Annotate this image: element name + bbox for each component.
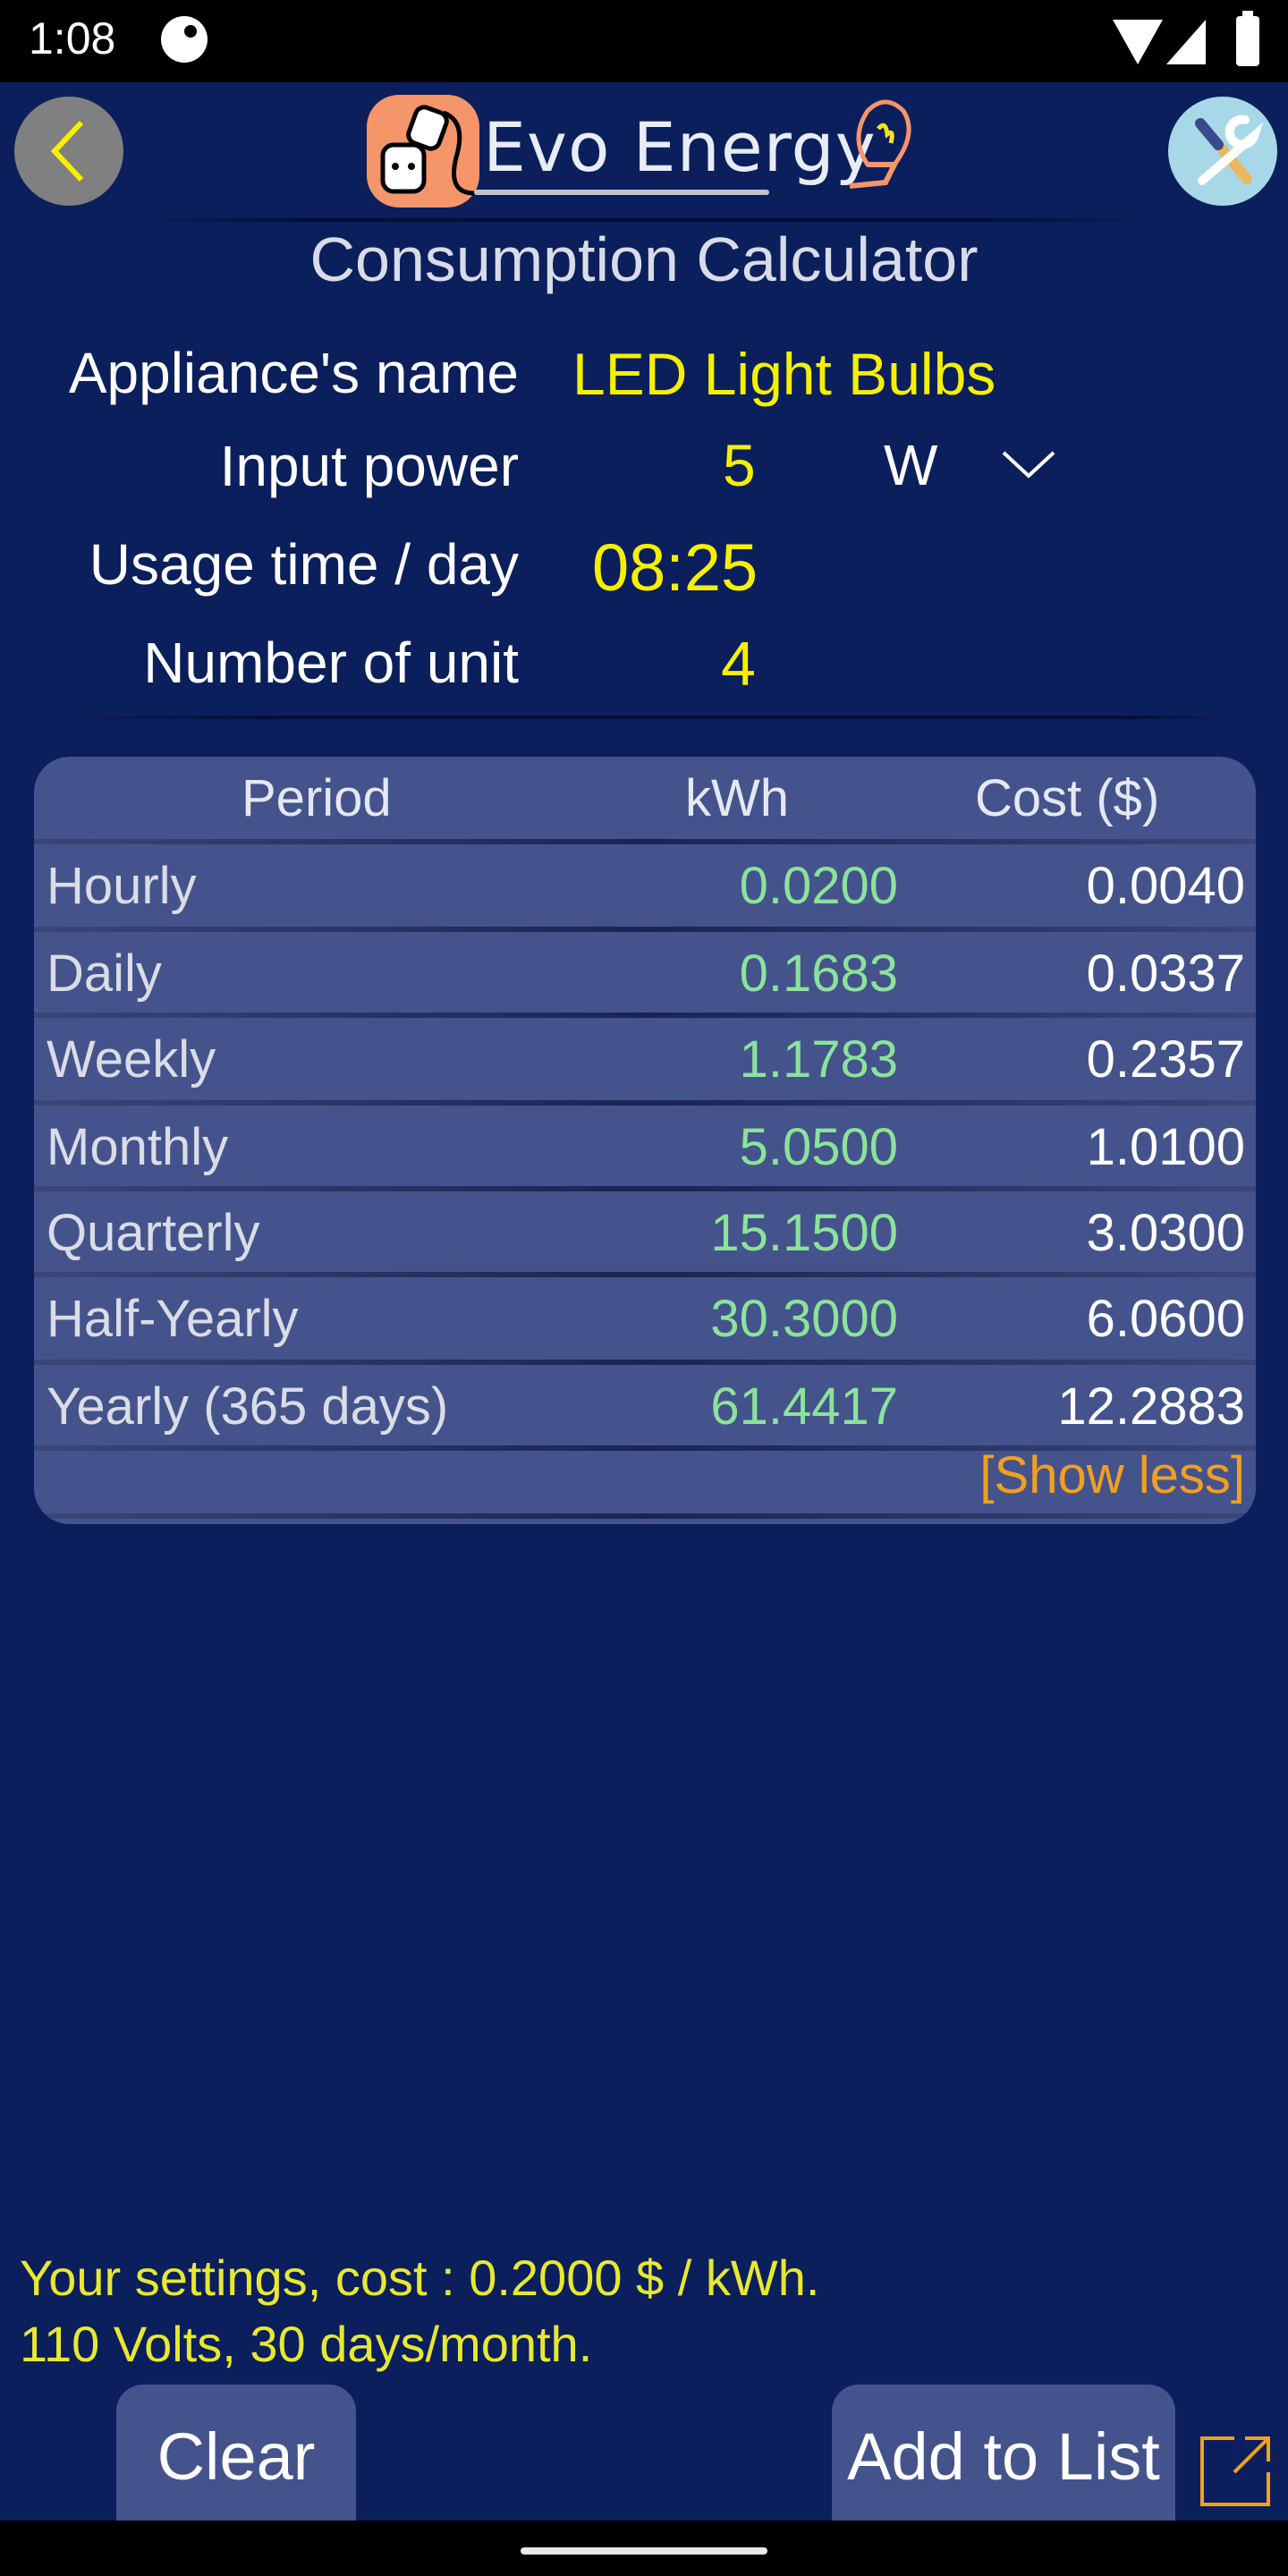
table-row: Hourly 0.0200 0.0040	[34, 844, 1256, 928]
kwh-cell: 15.1500	[710, 1204, 898, 1262]
chevron-down-icon	[1002, 451, 1055, 479]
power-unit-value: W	[884, 433, 938, 497]
appliance-name-label: Appliance's name	[68, 341, 519, 405]
settings-summary: Your settings, cost : 0.2000 $ / kWh. 11…	[20, 2245, 819, 2377]
header-period: Period	[242, 769, 392, 827]
power-unit-select[interactable]: W	[884, 433, 1063, 497]
table-row: Daily 0.1683 0.0337	[34, 932, 1256, 1016]
navigation-bar	[0, 2521, 1288, 2576]
settings-cost-line: Your settings, cost : 0.2000 $ / kWh.	[20, 2250, 820, 2306]
notification-icon	[161, 16, 208, 63]
add-to-list-button[interactable]: Add to List	[832, 2385, 1175, 2528]
period-cell: Daily	[47, 945, 162, 1003]
logo-underline	[474, 190, 769, 195]
period-cell: Weekly	[47, 1030, 216, 1089]
tools-icon	[1195, 114, 1263, 185]
home-gesture-handle[interactable]	[521, 2547, 767, 2555]
header-kwh: kWh	[685, 769, 789, 827]
logo-text: Evo Energy	[483, 107, 877, 187]
app-logo: Evo Energy	[367, 93, 921, 209]
period-cell: Monthly	[47, 1118, 229, 1176]
period-cell: Half-Yearly	[47, 1290, 299, 1348]
table-row: Monthly 5.0500 1.0100	[34, 1106, 1256, 1190]
header-cost: Cost ($)	[975, 769, 1160, 827]
header-divider	[143, 218, 1145, 222]
lightbulb-icon	[849, 99, 911, 189]
chevron-left-icon	[50, 120, 84, 182]
clear-button[interactable]: Clear	[116, 2385, 356, 2528]
plug-icon	[367, 95, 479, 208]
table-row: Weekly 1.1783 0.2357	[34, 1018, 1256, 1102]
cost-cell: 0.2357	[1086, 1030, 1245, 1089]
signal-icon	[1166, 20, 1206, 64]
table-row: Yearly (365 days) 61.4417 12.2883	[34, 1365, 1256, 1449]
row-divider	[34, 1513, 1256, 1519]
cost-cell: 12.2883	[1057, 1377, 1245, 1436]
units-label: Number of unit	[143, 631, 519, 695]
table-row: Half-Yearly 30.3000 6.0600	[34, 1277, 1256, 1361]
cost-cell: 1.0100	[1086, 1118, 1245, 1176]
page-title: Consumption Calculator	[309, 225, 979, 294]
show-less-link[interactable]: [Show less]	[979, 1445, 1245, 1505]
usage-time-label: Usage time / day	[89, 532, 519, 597]
period-cell: Quarterly	[47, 1204, 260, 1262]
status-time: 1:08	[29, 13, 116, 64]
kwh-cell: 0.0200	[739, 857, 898, 915]
external-link-icon[interactable]	[1199, 2433, 1274, 2508]
input-power-field[interactable]: 5	[723, 431, 756, 499]
settings-button[interactable]	[1168, 97, 1277, 206]
back-button[interactable]	[14, 97, 123, 206]
kwh-cell: 1.1783	[739, 1030, 898, 1089]
wifi-icon	[1113, 20, 1163, 64]
usage-time-field[interactable]: 08:25	[592, 530, 758, 606]
cost-cell: 0.0040	[1086, 857, 1245, 915]
settings-volts-line: 110 Volts, 30 days/month.	[20, 2316, 593, 2372]
consumption-table: Period kWh Cost ($) Hourly 0.0200 0.0040…	[34, 757, 1256, 1524]
kwh-cell: 61.4417	[710, 1377, 898, 1436]
kwh-cell: 5.0500	[739, 1118, 898, 1176]
input-power-label: Input power	[219, 434, 519, 498]
battery-icon	[1236, 11, 1259, 66]
units-field[interactable]: 4	[721, 628, 756, 699]
status-bar: 1:08	[0, 0, 1288, 82]
form-divider	[54, 716, 1234, 719]
cost-cell: 6.0600	[1086, 1290, 1245, 1348]
cost-cell: 3.0300	[1086, 1204, 1245, 1262]
period-cell: Hourly	[47, 857, 197, 915]
table-row: Quarterly 15.1500 3.0300	[34, 1191, 1256, 1275]
kwh-cell: 30.3000	[710, 1290, 898, 1348]
kwh-cell: 0.1683	[739, 945, 898, 1003]
cost-cell: 0.0337	[1086, 945, 1245, 1003]
period-cell: Yearly (365 days)	[47, 1377, 449, 1436]
appliance-name-field[interactable]: LED Light Bulbs	[572, 340, 996, 408]
